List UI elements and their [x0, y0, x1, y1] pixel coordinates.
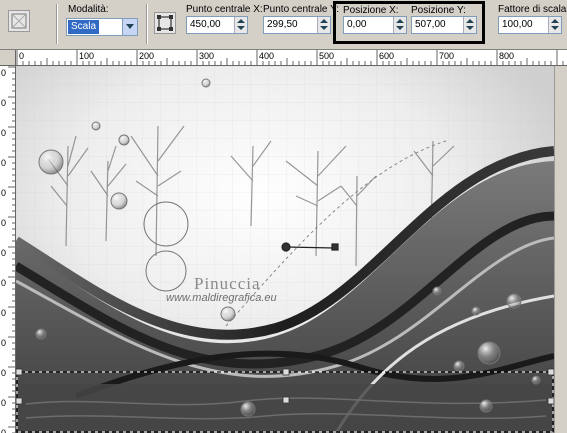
mode-label: Modalità: [68, 4, 109, 15]
ruler-label: 0 [1, 428, 6, 433]
canvas-artwork [16, 66, 554, 433]
center-x-input[interactable]: 450,00 [186, 16, 248, 34]
ruler-label: 0 [1, 338, 6, 348]
scale-x-label: Fattore di scala X [498, 4, 567, 15]
position-y-spinner[interactable] [463, 17, 476, 33]
tool-options-bar: Modalità: Scala Punto centrale X: 450,00… [0, 0, 567, 50]
vertical-scrollbar[interactable] [554, 66, 567, 433]
ruler-label: 0 [1, 278, 6, 288]
ruler-label: 0 [1, 368, 6, 378]
ruler-vertical: 0 0 0 0 0 0 0 0 0 0 0 0 0 [0, 66, 16, 433]
mode-select-value: Scala [68, 20, 100, 34]
ruler-label: 800 [499, 51, 514, 61]
center-x-spinner[interactable] [234, 17, 247, 33]
center-y-value: 299,50 [267, 19, 298, 30]
pick-tool-icon[interactable] [154, 12, 176, 34]
ruler-label: 0 [1, 158, 6, 168]
ruler-label: 200 [139, 51, 154, 61]
ruler-label: 0 [1, 308, 6, 318]
center-y-spinner[interactable] [317, 17, 330, 33]
ruler-label: 100 [79, 51, 94, 61]
position-x-label: Posizione X: [343, 5, 399, 16]
image-canvas[interactable]: Pinuccia www.maldiregrafica.eu [16, 66, 554, 433]
ruler-label: 0 [1, 218, 6, 228]
scale-x-value: 100,00 [502, 19, 533, 30]
watermark-url: www.maldiregrafica.eu [166, 292, 277, 304]
ruler-label: 0 [1, 398, 6, 408]
position-x-spinner[interactable] [393, 17, 406, 33]
ruler-vertical-ticks: 0 0 0 0 0 0 0 0 0 0 0 0 0 [1, 66, 15, 433]
center-x-label: Punto centrale X: [186, 4, 263, 15]
center-x-value: 450,00 [190, 19, 221, 30]
deform-icon[interactable] [8, 10, 30, 32]
ruler-label: 500 [319, 51, 334, 61]
toolbar-separator [146, 4, 148, 44]
ruler-label: 0 [1, 68, 6, 78]
toolbar-separator [56, 4, 58, 44]
position-y-input[interactable]: 507,00 [411, 16, 477, 34]
ruler-label: 0 [19, 51, 24, 61]
position-y-label: Posizione Y: [411, 5, 466, 16]
watermark-name: Pinuccia [194, 274, 261, 293]
ruler-label: 0 [1, 98, 6, 108]
ruler-corner [0, 50, 16, 66]
mode-select[interactable]: Scala [66, 18, 138, 36]
ruler-label: 0 [1, 188, 6, 198]
ruler-horizontal-ticks: 0 100 200 300 400 500 600 700 800 [16, 50, 564, 65]
position-y-value: 507,00 [415, 19, 446, 30]
scale-x-spinner[interactable] [548, 17, 561, 33]
ruler-label: 300 [199, 51, 214, 61]
ruler-label: 0 [1, 248, 6, 258]
position-x-input[interactable]: 0,00 [343, 16, 407, 34]
ruler-label: 0 [1, 128, 6, 138]
center-y-label: Punto centrale Y: [263, 4, 339, 15]
ruler-label: 700 [439, 51, 454, 61]
scale-x-input[interactable]: 100,00 [498, 16, 562, 34]
center-y-input[interactable]: 299,50 [263, 16, 331, 34]
ruler-label: 400 [259, 51, 274, 61]
ruler-label: 600 [379, 51, 394, 61]
chevron-down-icon[interactable] [122, 19, 137, 35]
position-x-value: 0,00 [347, 19, 367, 30]
ruler-horizontal: 0 100 200 300 400 500 600 700 800 [16, 50, 567, 66]
